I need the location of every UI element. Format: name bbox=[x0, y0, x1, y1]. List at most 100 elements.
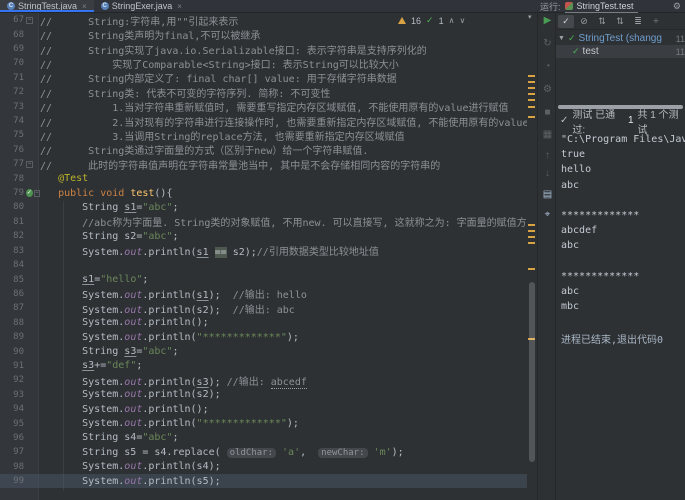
run-console[interactable]: "C:\Program Files\Java true hello abc ******… bbox=[556, 131, 685, 500]
code-line[interactable]: 84 bbox=[0, 258, 527, 272]
code-line[interactable]: 77−// 此时的字符串值声明在字符串常量池当中, 其中是不会存储相同内容的字符… bbox=[0, 157, 527, 172]
stop-icon[interactable]: ■ bbox=[538, 107, 557, 118]
rerun-test-icon[interactable]: ▶ bbox=[538, 15, 557, 26]
chevron-up-icon[interactable]: ∧ bbox=[449, 16, 455, 25]
test-tree-row-method[interactable]: ✓ test 11 bbox=[556, 45, 685, 58]
code-line[interactable]: 79 ✓ − public void test(){ bbox=[0, 186, 527, 200]
code-text: String s5 = s4.replace( oldChar: 'a', ne… bbox=[40, 446, 404, 458]
line-number: 76 bbox=[13, 144, 24, 155]
warning-stripe-mark[interactable] bbox=[528, 242, 535, 244]
gutter-icons: − bbox=[24, 16, 40, 24]
code-text: // String类通过字面量的方式（区别于new）给一个字符串赋值. bbox=[40, 146, 369, 158]
warning-stripe-mark[interactable] bbox=[528, 81, 535, 83]
code-line[interactable]: 97 String s5 = s4.replace( oldChar: 'a',… bbox=[0, 445, 527, 459]
expand-all-icon[interactable]: ≣ bbox=[630, 15, 646, 28]
code-text: // 3.当调用String的replace方法, 也需要重新指定内存区域赋值 bbox=[40, 131, 405, 143]
code-line[interactable]: 80 String s1="abc"; bbox=[0, 200, 527, 214]
code-line[interactable]: 76 // String类通过字面量的方式（区别于new）给一个字符串赋值. bbox=[0, 143, 527, 158]
code-line[interactable]: 90 String s3="abc"; bbox=[0, 344, 527, 358]
code-line[interactable]: 71 // String内部定义了: final char[] value: 用于… bbox=[0, 71, 527, 86]
dump-threads-icon[interactable]: ▦ bbox=[538, 129, 557, 140]
warning-stripe-mark[interactable] bbox=[528, 93, 535, 95]
warning-stripe-mark[interactable] bbox=[528, 230, 535, 232]
line-number: 84 bbox=[13, 260, 24, 271]
run-config-tab[interactable]: StringTest.test bbox=[564, 1, 638, 13]
warning-stripe-mark[interactable] bbox=[528, 268, 535, 270]
code-line[interactable]: 87 System.out.println(s2); //输出: abc bbox=[0, 301, 527, 316]
code-line[interactable]: 95 System.out.println("*************"); bbox=[0, 416, 527, 430]
code-line[interactable]: 93 System.out.println(s2); bbox=[0, 388, 527, 402]
code-text: s1="hello"; bbox=[82, 274, 149, 286]
code-line[interactable]: 83 System.out.println(s1 == s2);//引用数据类型… bbox=[0, 244, 527, 259]
scrollbar-thumb[interactable] bbox=[529, 282, 535, 462]
inspections-widget[interactable]: 16 ✓ 1 ∧ ∨ bbox=[398, 15, 465, 26]
warning-stripe-mark[interactable] bbox=[528, 116, 535, 118]
code-lines: 67−// String:字符串,用""引起来表示 68// String类声明为… bbox=[0, 13, 527, 489]
code-line[interactable]: 81 //abc称为字面量. String类的对象赋值, 不用new. 可以直接… bbox=[0, 215, 527, 230]
rerun-failed-tests-icon[interactable]: ↻ bbox=[538, 38, 557, 49]
coverage-icon[interactable]: ◔ bbox=[538, 61, 557, 72]
code-line[interactable]: 74 // 2.当对现有的字符串进行连接操作时, 也需要重新指定内存区域赋值, 不… bbox=[0, 114, 527, 129]
sort-by-duration-icon[interactable]: ⇅ bbox=[612, 15, 628, 28]
code-line[interactable]: 96 String s4="abc"; bbox=[0, 431, 527, 445]
run-test-gutter-icon[interactable]: ✓ bbox=[26, 189, 33, 198]
test-toolbar: ✓ ⊘ ⇅ ⇅ ≣ ÷ bbox=[556, 13, 685, 30]
line-number: 97 bbox=[13, 447, 24, 458]
tab-stringexer-java[interactable]: C StringExer.java × bbox=[94, 0, 189, 12]
check-count: 1 bbox=[438, 15, 444, 26]
code-line[interactable]: 72 // String类: 代表不可变的字符序列. 简称: 不可变性 bbox=[0, 85, 527, 100]
show-passed-icon[interactable]: ✓ bbox=[558, 14, 574, 28]
code-line[interactable]: 98 System.out.println(s4); bbox=[0, 460, 527, 474]
warning-stripe-mark[interactable] bbox=[528, 75, 535, 77]
sort-alphabetically-icon[interactable]: ⇅ bbox=[594, 15, 610, 28]
junit-config-icon bbox=[564, 2, 573, 10]
pin-tab-icon[interactable]: ⌖ bbox=[538, 209, 557, 220]
code-line[interactable]: 88 System.out.println(); bbox=[0, 316, 527, 330]
code-editor[interactable]: 67−// String:字符串,用""引起来表示 68// String类声明为… bbox=[0, 13, 527, 500]
warning-stripe-mark[interactable] bbox=[528, 87, 535, 89]
gear-icon[interactable]: ⚙ bbox=[673, 1, 681, 12]
console-line: "C:\Program Files\Java bbox=[561, 134, 685, 145]
previous-occurrence-icon[interactable]: ↑ bbox=[538, 150, 557, 161]
code-line[interactable]: 89 System.out.println("*************"); bbox=[0, 330, 527, 344]
code-line[interactable]: 94 System.out.println(); bbox=[0, 402, 527, 416]
code-line[interactable]: 78 @Test bbox=[0, 171, 527, 185]
chevron-down-icon[interactable]: ∨ bbox=[459, 16, 465, 25]
console-output-icon[interactable]: ▤ bbox=[538, 189, 557, 200]
code-line[interactable]: 73 // 1.当对字符串重新赋值时, 需要重写指定内存区域赋值, 不能使用原有的… bbox=[0, 99, 527, 115]
warning-stripe-mark[interactable] bbox=[528, 224, 535, 226]
code-line[interactable]: 82 String s2="abc"; bbox=[0, 229, 527, 243]
code-line[interactable]: 70 // 实现了Comparable<String>接口: 表示String可以… bbox=[0, 56, 527, 71]
line-number: 87 bbox=[13, 303, 24, 314]
error-stripe[interactable]: ▾ bbox=[527, 13, 537, 500]
warning-stripe-mark[interactable] bbox=[528, 99, 535, 101]
code-text: System.out.println("*************"); bbox=[40, 331, 299, 343]
collapse-all-icon[interactable]: ÷ bbox=[648, 15, 664, 28]
chevron-down-icon[interactable]: ▼ bbox=[558, 35, 565, 42]
code-line[interactable]: 68 // String类声明为final,不可以被继承 bbox=[0, 27, 527, 43]
console-line: abc bbox=[561, 179, 580, 191]
tab-stringtest-java[interactable]: C StringTest.java × bbox=[0, 0, 94, 12]
test-tree-row-class[interactable]: ▼ ✓ StringTest (shangg 11 bbox=[556, 32, 685, 45]
code-line[interactable]: 85 s1="hello"; bbox=[0, 272, 527, 286]
next-occurrence-icon[interactable]: ↓ bbox=[538, 168, 557, 179]
warning-stripe-mark[interactable] bbox=[528, 236, 535, 238]
fold-icon[interactable]: − bbox=[26, 160, 33, 168]
code-text: System.out.println(s4); bbox=[40, 461, 221, 473]
warning-stripe-mark[interactable] bbox=[528, 106, 535, 108]
test-settings-wrench-icon[interactable]: ⚙ bbox=[538, 84, 557, 95]
test-tree: ▼ ✓ StringTest (shangg 11 ✓ test 11 bbox=[556, 30, 685, 104]
code-line[interactable]: 91 s3+="def"; bbox=[0, 359, 527, 373]
close-icon[interactable]: × bbox=[177, 2, 182, 11]
warning-icon bbox=[398, 17, 406, 24]
code-line[interactable]: 69 // String实现了java.io.Serializable接口: 表示… bbox=[0, 42, 527, 57]
code-line[interactable]: 86 System.out.println(s1); //输出: hello bbox=[0, 287, 527, 302]
close-icon[interactable]: × bbox=[82, 2, 87, 11]
show-ignored-icon[interactable]: ⊘ bbox=[576, 15, 592, 28]
fold-icon[interactable]: − bbox=[26, 16, 33, 24]
code-line[interactable]: 99 System.out.println(s5); bbox=[0, 474, 527, 489]
line-number: 91 bbox=[13, 360, 24, 371]
code-line[interactable]: 75 // 3.当调用String的replace方法, 也需要重新指定内存区域赋… bbox=[0, 128, 527, 143]
code-line[interactable]: 92 System.out.println(s3); //输出: abcedf bbox=[0, 373, 527, 389]
